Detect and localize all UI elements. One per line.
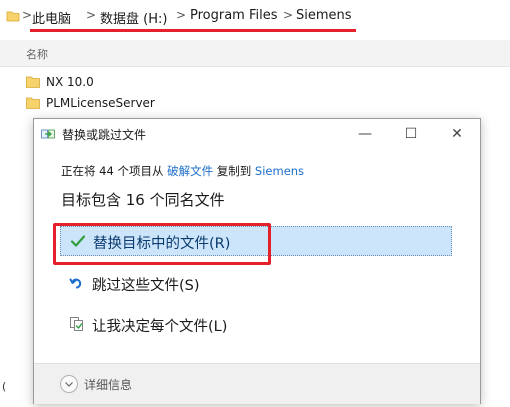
- option-label: 让我决定每个文件(L): [92, 319, 228, 335]
- folder-name: PLMLicenseServer: [46, 96, 155, 110]
- folder-icon: [26, 97, 40, 109]
- column-name-label[interactable]: 名称: [26, 46, 48, 62]
- column-header[interactable]: 名称: [0, 40, 510, 67]
- destination-folder-link[interactable]: Siemens: [255, 164, 304, 178]
- dialog-title: 替换或跳过文件: [62, 128, 147, 142]
- breadcrumb-siemens[interactable]: Siemens: [296, 8, 352, 23]
- skip-arrow-icon: [69, 278, 82, 289]
- breadcrumb-separator: >: [86, 8, 97, 22]
- dialog-titlebar[interactable]: 替换或跳过文件 — ☐ ✕: [34, 119, 480, 149]
- folder-icon: [26, 76, 40, 88]
- close-button[interactable]: ✕: [434, 119, 480, 149]
- skip-files-option[interactable]: 跳过这些文件(S): [60, 269, 452, 299]
- breadcrumb-program-files[interactable]: Program Files: [190, 8, 278, 23]
- background-text-fragment: (: [2, 380, 7, 393]
- breadcrumb-separator: >: [283, 8, 294, 22]
- copy-transfer-icon: [41, 129, 55, 139]
- copy-progress-text: 正在将 44 个项目从 破解文件 复制到 Siemens: [61, 163, 304, 179]
- maximize-button[interactable]: ☐: [388, 119, 434, 149]
- chevron-down-icon: [65, 382, 73, 387]
- option-label: 跳过这些文件(S): [92, 278, 200, 294]
- dialog-footer: 详细信息: [34, 363, 480, 404]
- folder-name: NX 10.0: [46, 75, 94, 89]
- breadcrumb-this-pc[interactable]: 此电脑: [32, 8, 71, 27]
- minimize-button[interactable]: —: [342, 119, 388, 149]
- decide-each-file-option[interactable]: 让我决定每个文件(L): [60, 310, 452, 340]
- conflict-heading: 目标包含 16 个同名文件: [61, 191, 225, 209]
- progress-middle: 复制到: [216, 164, 252, 178]
- source-folder-link[interactable]: 破解文件: [167, 164, 213, 178]
- annotation-highlight-box: [53, 223, 271, 265]
- breadcrumb-separator: >: [176, 8, 187, 22]
- details-label[interactable]: 详细信息: [84, 376, 132, 393]
- progress-prefix: 正在将 44 个项目从: [61, 164, 164, 178]
- folder-icon: [6, 11, 20, 22]
- address-highlight-underline: [30, 29, 356, 32]
- breadcrumb-drive-h[interactable]: 数据盘 (H:): [100, 8, 167, 27]
- decide-files-icon: [70, 317, 83, 331]
- expand-details-button[interactable]: [60, 375, 78, 393]
- breadcrumb-separator: >: [22, 8, 33, 22]
